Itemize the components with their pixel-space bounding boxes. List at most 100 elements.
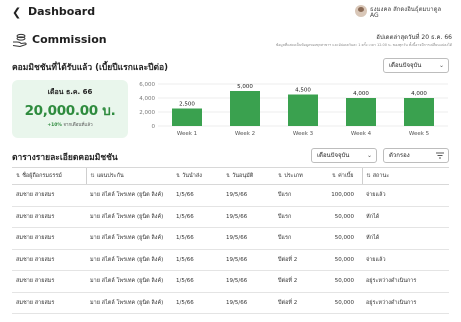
- col-header-status[interactable]: ⇅ สถานะ: [361, 167, 449, 185]
- summary-amount: 20,000.00 บ.: [24, 103, 116, 119]
- cell-policy-holder: สมชาย สายสมร: [12, 249, 86, 271]
- table-row[interactable]: สมชาย สายสมร มาย สไตล์ โพรเทค (ยูนิต ลิงค…: [12, 249, 449, 271]
- filter-icon: [436, 152, 444, 159]
- cell-submit-date: 1/5/66: [172, 249, 222, 271]
- cell-submit-date: 1/5/66: [172, 206, 222, 228]
- filter-button[interactable]: ตัวกรอง: [383, 148, 449, 163]
- cell-status: อยู่ระหว่างดำเนินการ: [362, 292, 449, 314]
- commission-header: Commission อัปเดตล่าสุดวันที่ 20 ธ.ค. 66…: [12, 32, 452, 50]
- sort-icon: ⇅: [226, 173, 231, 179]
- table-row[interactable]: สมชาย สายสมร มาย สไตล์ โพรเทค (ยูนิต ลิงค…: [12, 227, 449, 250]
- sort-icon: ⇅: [176, 173, 181, 179]
- bar-value-label: 4,000: [411, 91, 427, 97]
- bar-value-label: 2,500: [179, 102, 195, 108]
- cell-type: ปีแรก: [274, 184, 318, 207]
- y-tick-label: 2,000: [139, 110, 155, 116]
- cell-approve-date: 19/5/66: [222, 184, 274, 207]
- bar-value-label: 5,000: [237, 84, 253, 90]
- period-select-value: เดือนปัจจุบัน: [389, 62, 422, 69]
- chevron-down-icon: ⌄: [366, 152, 372, 159]
- sort-icon: ⇅: [278, 173, 283, 179]
- bar: [172, 108, 202, 126]
- cell-status: หักได้: [362, 227, 449, 250]
- sort-icon: ⇅: [331, 173, 337, 179]
- bar-value-label: 4,500: [295, 88, 311, 94]
- x-tick-label: Week 3: [293, 131, 314, 137]
- cell-premium: 50,000: [318, 227, 362, 250]
- x-tick-label: Week 4: [351, 131, 372, 137]
- chevron-down-icon: ⌄: [438, 62, 444, 69]
- cell-approve-date: 19/5/66: [222, 292, 274, 314]
- col-header-type[interactable]: ⇅ ประเภท: [274, 167, 318, 185]
- cell-policy-holder: สมชาย สายสมร: [12, 270, 86, 293]
- cell-submit-date: 1/5/66: [172, 292, 222, 314]
- table-title: ตารางรายละเอียดคอมมิชชัน: [12, 153, 118, 163]
- col-header-submit[interactable]: ⇅ วันนำส่ง: [172, 167, 222, 185]
- x-tick-label: Week 5: [409, 131, 430, 137]
- avatar[interactable]: [355, 5, 367, 17]
- table-header-row: ⇅ ชื่อผู้ถือกรมธรรม์ ⇅ แผนประกัน ⇅ วันนำส่ง…: [12, 167, 449, 185]
- cell-plan: มาย สไตล์ โพรเทค (ยูนิต ลิงค์): [86, 270, 172, 293]
- cell-status: หักได้: [362, 206, 449, 228]
- table-row[interactable]: สมชาย สายสมร มาย สไตล์ โพรเทค (ยูนิต ลิงค…: [12, 270, 449, 293]
- cell-premium: 100,000: [318, 184, 362, 207]
- col-header-name[interactable]: ⇅ ชื่อผู้ถือกรมธรรม์: [12, 167, 86, 185]
- col-header-approve[interactable]: ⇅ วันอนุมัติ: [222, 167, 274, 185]
- x-tick-label: Week 2: [235, 131, 255, 137]
- table-row[interactable]: สมชาย สายสมร มาย สไตล์ โพรเทค (ยูนิต ลิงค…: [12, 206, 449, 228]
- data-note: ข้อมูลที่แสดงเป็นข้อมูลของทุกสาขาฯ และอั…: [275, 43, 452, 47]
- filter-label: ตัวกรอง: [389, 152, 410, 159]
- last-updated-label: อัปเดตล่าสุดวันที่ 20 ธ.ค. 66: [376, 34, 452, 41]
- page-title: Dashboard: [28, 5, 96, 18]
- cell-type: ปีต่อที่ 2: [274, 292, 318, 314]
- commission-table: ⇅ ชื่อผู้ถือกรมธรรม์ ⇅ แผนประกัน ⇅ วันนำส่ง…: [12, 167, 449, 314]
- bar: [230, 91, 260, 126]
- table-row[interactable]: สมชาย สายสมร มาย สไตล์ โพรเทค (ยูนิต ลิงค…: [12, 184, 449, 207]
- cell-plan: มาย สไตล์ โพรเทค (ยูนิต ลิงค์): [86, 227, 172, 250]
- cell-type: ปีแรก: [274, 206, 318, 228]
- sort-icon: ⇅: [16, 173, 21, 179]
- weekly-commission-chart: 0 2,000 4,000 6,000 2,500 Week 1 5,000 Week 2 4,…: [139, 82, 448, 137]
- table-period-select-value: เดือนปัจจุบัน: [317, 152, 350, 159]
- cell-plan: มาย สไตล์ โพรเทค (ยูนิต ลิงค์): [86, 249, 172, 271]
- period-select[interactable]: เดือนปัจจุบัน ⌄: [383, 58, 449, 73]
- bar: [404, 98, 434, 126]
- col-header-premium[interactable]: ⇅ ค่าเบี้ย: [318, 167, 362, 185]
- bar-value-label: 4,000: [353, 91, 369, 97]
- col-header-plan[interactable]: ⇅ แผนประกัน: [85, 167, 172, 185]
- summary-month: เดือน ธ.ค. 66: [47, 88, 93, 96]
- cell-premium: 50,000: [318, 249, 362, 271]
- growth-value: +10%: [47, 123, 62, 128]
- cell-premium: 50,000: [318, 206, 362, 228]
- summary-card: เดือน ธ.ค. 66 20,000.00 บ. +10% จากเดือน…: [12, 80, 128, 138]
- y-tick-label: 6,000: [139, 82, 155, 88]
- table-period-select[interactable]: เดือนปัจจุบัน ⌄: [311, 148, 377, 163]
- cell-plan: มาย สไตล์ โพรเทค (ยูนิต ลิงค์): [86, 184, 172, 207]
- cell-plan: มาย สไตล์ โพรเทค (ยูนิต ลิงค์): [86, 292, 172, 314]
- growth-text: จากเดือนที่แล้ว: [63, 123, 93, 128]
- bar: [346, 98, 376, 126]
- cell-status: อยู่ระหว่างดำเนินการ: [362, 270, 449, 293]
- cell-policy-holder: สมชาย สายสมร: [12, 184, 86, 207]
- coin-hand-icon: [12, 33, 27, 48]
- table-row[interactable]: สมชาย สายสมร มาย สไตล์ โพรเทค (ยูนิต ลิงค…: [12, 292, 449, 314]
- cell-submit-date: 1/5/66: [172, 270, 222, 293]
- cell-policy-holder: สมชาย สายสมร: [12, 227, 86, 250]
- x-tick-label: Week 1: [177, 131, 197, 137]
- user-org: AG: [370, 12, 379, 19]
- cell-approve-date: 19/5/66: [222, 249, 274, 271]
- cell-type: ปีแรก: [274, 227, 318, 250]
- cell-premium: 50,000: [318, 270, 362, 293]
- cell-plan: มาย สไตล์ โพรเทค (ยูนิต ลิงค์): [86, 206, 172, 228]
- summary-growth: +10% จากเดือนที่แล้ว: [12, 121, 128, 128]
- sort-icon: ⇅: [90, 173, 95, 179]
- cell-approve-date: 19/5/66: [222, 227, 274, 250]
- cell-policy-holder: สมชาย สายสมร: [12, 206, 86, 228]
- chevron-left-icon[interactable]: ❮: [12, 6, 24, 20]
- cell-premium: 50,000: [318, 292, 362, 314]
- top-bar: ❮ Dashboard ธงมงคล สักดงอินธุ์ตมบาดูล AG: [0, 0, 461, 26]
- cell-submit-date: 1/5/66: [172, 184, 222, 207]
- sort-icon: ⇅: [366, 173, 371, 179]
- cell-approve-date: 19/5/66: [222, 206, 274, 228]
- cell-type: ปีต่อที่ 2: [274, 270, 318, 293]
